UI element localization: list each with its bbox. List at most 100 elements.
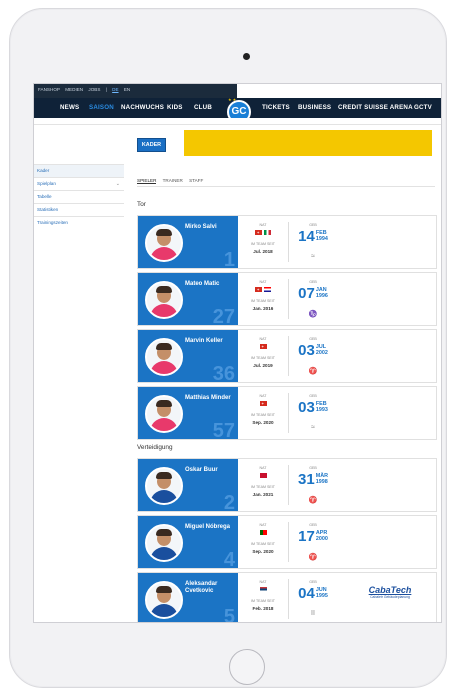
player-name: Marvin Keller (185, 338, 223, 344)
team-since-value: Jul. 2019 (253, 363, 273, 368)
tab-spieler[interactable]: SPIELER (137, 178, 157, 184)
tab-divider (137, 186, 435, 187)
zodiac-icon: ♈ (308, 497, 318, 504)
player-info: NAT + IM TEAM SEIT Jan. 2016 (238, 273, 288, 325)
nav-kids[interactable]: KIDS (167, 104, 183, 111)
birth-month-year: JUL 2002 (316, 344, 328, 356)
birthdate: 04JUN 1995 (288, 586, 338, 604)
flag-ch-icon: + (255, 230, 262, 235)
player-card[interactable]: Aleksandar Cvetkovic 5 NAT IM TEAM SEIT Feb.… (137, 572, 437, 622)
sub-nav-strip (34, 118, 441, 125)
player-info: NAT IM TEAM SEIT Feb. 2018 (238, 573, 288, 622)
screen: FANSHOP MEDIEN JOBS | DE EN f ▶ ◎ t ♪ ⌕ … (33, 83, 442, 623)
tab-staff[interactable]: STAFF (189, 178, 203, 183)
geb-label: GEB (309, 523, 317, 527)
flag-ch-icon: + (259, 343, 267, 349)
nav-gctv[interactable]: GCTV (414, 104, 432, 111)
jobs-link[interactable]: JOBS (88, 87, 100, 92)
flag-dk-icon (259, 473, 267, 478)
geb-label: GEB (309, 337, 317, 341)
team-since-label: IM TEAM SEIT (251, 242, 275, 246)
shirt-shape (150, 247, 178, 260)
sidebar-item-kader[interactable]: Kader (34, 164, 124, 177)
shirt-shape (150, 418, 178, 431)
nav-tickets[interactable]: TICKETS (262, 104, 290, 111)
player-card[interactable]: Oskar Buur 2 NAT IM TEAM SEIT Jan. 2021 GEB 31… (137, 458, 437, 512)
player-card-header: Mateo Matic 27 (138, 273, 238, 325)
team-since-label: IM TEAM SEIT (251, 299, 275, 303)
nav-nachwuchs[interactable]: NACHWUCHS (121, 104, 164, 111)
player-info: NAT + IM TEAM SEIT Sep. 2020 (238, 387, 288, 439)
section-title: Verteidigung (137, 444, 173, 451)
nav-news[interactable]: NEWS (60, 104, 79, 111)
geb-label: GEB (309, 466, 317, 470)
player-card[interactable]: Miguel Nóbrega 4 NAT IM TEAM SEIT Sep. 2020 G… (137, 515, 437, 569)
sidebar-item-statistiken[interactable]: Statistiken (34, 203, 124, 216)
nat-label: NAT (259, 280, 267, 284)
flag-pt-icon (259, 530, 267, 535)
lang-de-link[interactable]: DE (112, 87, 118, 92)
team-since-value: Jan. 2021 (252, 492, 274, 497)
player-card-header: Mirko Salvi 1 (138, 216, 238, 268)
hair-shape (156, 586, 172, 593)
birth-info: GEB 03JUL 2002 ♈ (288, 330, 338, 382)
birth-day: 17 (298, 528, 315, 545)
player-number: 27 (212, 306, 235, 325)
hair-shape (156, 229, 172, 236)
geb-label: GEB (309, 580, 317, 584)
birthdate: 03FEB 1993 (288, 400, 338, 418)
birth-year: 1995 (315, 592, 328, 599)
chevron-down-icon[interactable]: ⌄ (116, 178, 120, 190)
divider: | (105, 87, 107, 92)
nav-saison[interactable]: SAISON (89, 104, 114, 111)
swiss-cross-icon: + (261, 400, 264, 406)
team-since-label: IM TEAM SEIT (251, 485, 275, 489)
flag-rs-icon (259, 587, 267, 592)
nav-business[interactable]: BUSINESS (298, 104, 331, 111)
nav-club[interactable]: CLUB (194, 104, 212, 111)
player-info: NAT + IM TEAM SEIT Jul. 2019 (238, 330, 288, 382)
player-card-header: Miguel Nóbrega 4 (138, 516, 238, 568)
zodiac-icon: ♑ (308, 311, 318, 318)
player-card[interactable]: Marvin Keller 36 NAT + IM TEAM SEIT Jul. 2019… (137, 329, 437, 383)
player-card-header: Marvin Keller 36 (138, 330, 238, 382)
hair-shape (156, 529, 172, 536)
flag-it-icon (264, 230, 271, 235)
birth-info: GEB 31MÄR 1998 ♈ (288, 459, 338, 511)
player-card[interactable]: Mirko Salvi 1 NAT + IM TEAM SEIT Jul. 2018 GEB… (137, 215, 437, 269)
team-since-value: Jan. 2016 (252, 306, 274, 311)
swiss-cross-icon: + (261, 343, 264, 349)
ad-banner[interactable] (184, 130, 432, 156)
lang-en-link[interactable]: EN (124, 87, 130, 92)
sidebar-item-spielplan[interactable]: Spielplan ⌄ (34, 177, 124, 190)
birth-month-year: APR 2000 (316, 530, 328, 542)
sidebar: Kader Spielplan ⌄ Tabelle Statistiken Tra… (34, 164, 124, 229)
sidebar-item-tabelle[interactable]: Tabelle (34, 190, 124, 203)
home-button[interactable] (229, 649, 265, 685)
medien-link[interactable]: MEDIEN (65, 87, 83, 92)
nav-arena[interactable]: CREDIT SUISSE ARENA (338, 104, 413, 111)
birth-year: 1993 (315, 406, 328, 413)
player-avatar (145, 395, 183, 433)
fanshop-link[interactable]: FANSHOP (38, 87, 60, 92)
birth-month-year: FEB 1993 (315, 401, 328, 413)
player-card-header: Matthias Minder 57 (138, 387, 238, 439)
main-nav: NEWS SAISON NACHWUCHS KIDS CLUB ★★ GC TI… (34, 97, 441, 124)
camera (243, 53, 250, 60)
player-card[interactable]: Mateo Matic 27 NAT + IM TEAM SEIT Jan. 2016 GE… (137, 272, 437, 326)
shirt-shape (150, 490, 178, 503)
birth-month-year: FEB 1994 (316, 230, 328, 242)
tab-trainer[interactable]: TRAINER (163, 178, 183, 183)
geb-label: GEB (309, 223, 317, 227)
birth-month-year: JAN 1996 (316, 287, 328, 299)
sidebar-item-trainingszeiten[interactable]: Trainingszeiten (34, 216, 124, 229)
flag-ch-icon: + (255, 287, 262, 292)
birth-day: 03 (298, 342, 315, 359)
zodiac-icon: II (311, 610, 315, 617)
player-info: NAT + IM TEAM SEIT Jul. 2018 (238, 216, 288, 268)
player-name: Aleksandar Cvetkovic (185, 581, 218, 594)
player-card[interactable]: Matthias Minder 57 NAT + IM TEAM SEIT Sep. 20… (137, 386, 437, 440)
birth-day: 04 (298, 585, 315, 602)
sponsor-logo[interactable]: CabaTech Cabaletr Gebäudeplanung (358, 585, 422, 613)
geb-label: GEB (309, 394, 317, 398)
